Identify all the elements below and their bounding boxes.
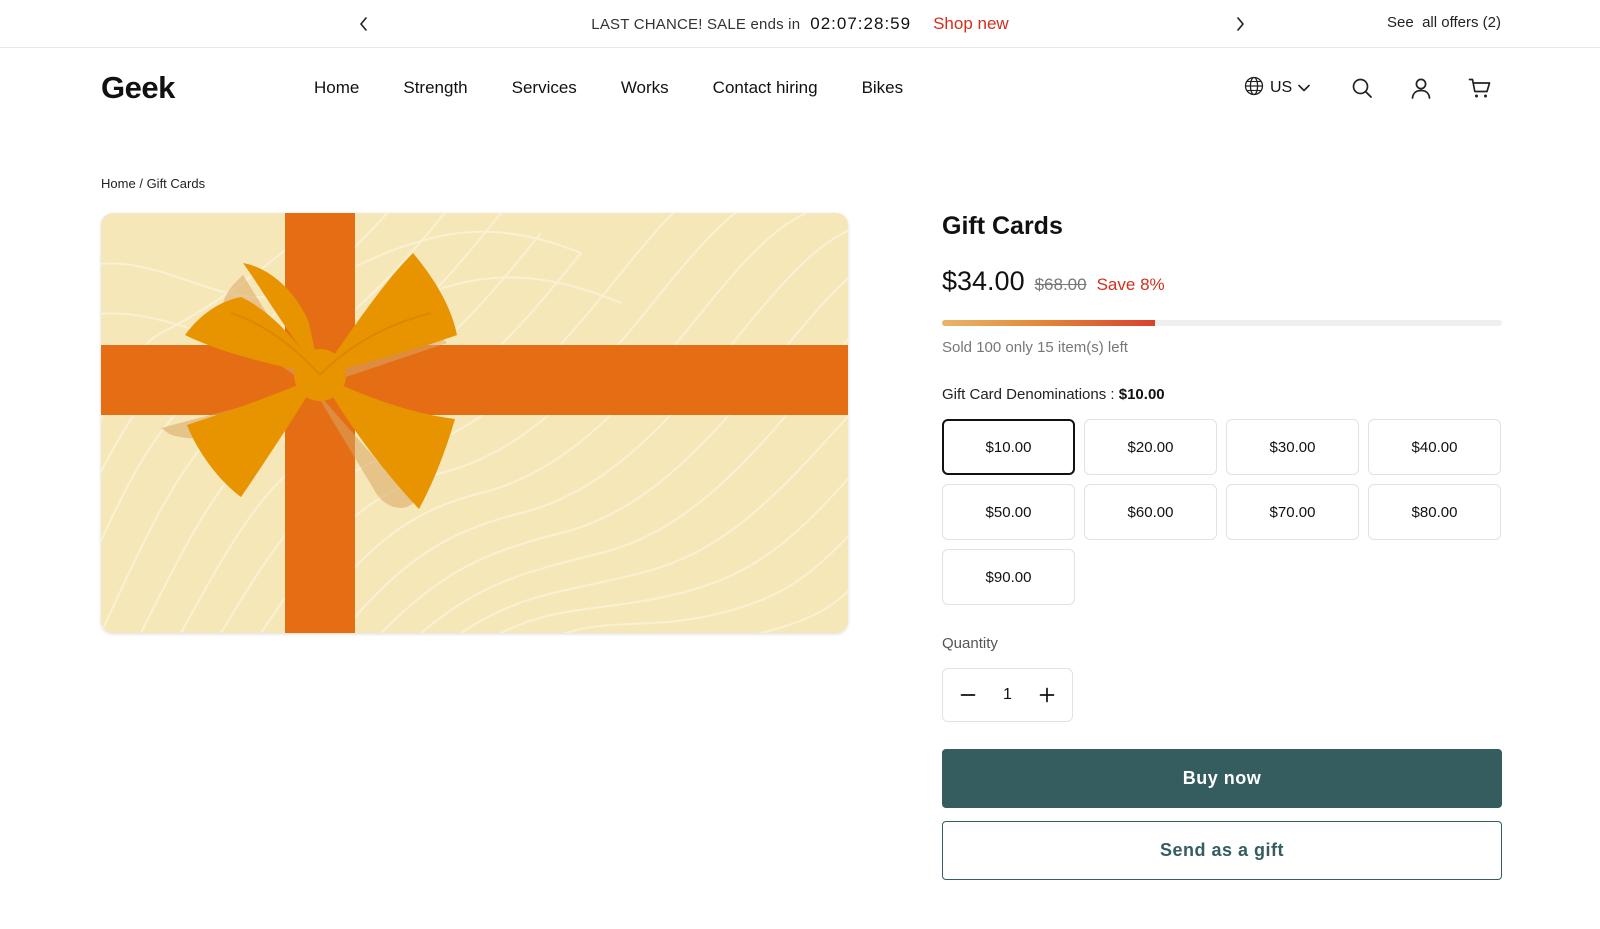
quantity-value[interactable]: 1 <box>1003 686 1012 704</box>
product-image[interactable] <box>101 213 848 633</box>
denomination-selected-value: $10.00 <box>1118 386 1165 403</box>
denomination-option[interactable]: $40.00 <box>1368 419 1501 475</box>
breadcrumb: Home / Gift Cards <box>101 176 205 191</box>
nav-bikes[interactable]: Bikes <box>862 78 904 98</box>
minus-icon[interactable] <box>957 684 979 706</box>
main-nav: Home Strength Services Works Contact hir… <box>314 78 947 98</box>
announcement-bar: LAST CHANCE! SALE ends in 02:07:28:59 Sh… <box>0 0 1600 48</box>
cart-icon[interactable] <box>1468 76 1492 100</box>
nav-home[interactable]: Home <box>314 78 359 98</box>
denomination-option[interactable]: $90.00 <box>942 549 1075 605</box>
nav-strength[interactable]: Strength <box>403 78 467 98</box>
denomination-label-text: Gift Card Denominations : <box>942 386 1115 403</box>
stock-progress-bar <box>942 320 1502 326</box>
denomination-option[interactable]: $50.00 <box>942 484 1075 540</box>
chevron-left-icon[interactable] <box>352 12 376 36</box>
price-row: $34.00 $68.00 Save 8% <box>942 266 1165 297</box>
denomination-option[interactable]: $20.00 <box>1084 419 1217 475</box>
denomination-option[interactable]: $60.00 <box>1084 484 1217 540</box>
sale-price: $34.00 <box>942 266 1025 296</box>
header-tools: US <box>1244 76 1311 101</box>
denomination-option[interactable]: $80.00 <box>1368 484 1501 540</box>
stock-status: Sold 100 only 15 item(s) left <box>942 339 1128 356</box>
search-icon[interactable] <box>1350 76 1374 100</box>
nav-contact-hiring[interactable]: Contact hiring <box>713 78 818 98</box>
buy-now-button[interactable]: Buy now <box>942 749 1502 808</box>
announcement-message: LAST CHANCE! SALE ends in <box>591 15 801 33</box>
quantity-label: Quantity <box>942 635 998 652</box>
breadcrumb-home[interactable]: Home <box>101 176 136 191</box>
breadcrumb-current: Gift Cards <box>146 176 206 191</box>
all-offers-link[interactable]: See all offers (2) <box>1387 14 1501 31</box>
quantity-stepper: 1 <box>942 668 1073 722</box>
locale-selector[interactable]: US <box>1244 76 1311 101</box>
announcement-center: LAST CHANCE! SALE ends in 02:07:28:59 Sh… <box>0 0 1600 48</box>
nav-works[interactable]: Works <box>621 78 669 98</box>
denomination-label: Gift Card Denominations : $10.00 <box>942 386 1165 403</box>
gift-card-illustration <box>101 213 848 633</box>
shop-new-link[interactable]: Shop new <box>933 14 1009 34</box>
countdown-timer: 02:07:28:59 <box>810 14 912 33</box>
chevron-right-icon[interactable] <box>1228 12 1252 36</box>
product-title: Gift Cards <box>942 212 1063 240</box>
save-badge: Save 8% <box>1096 275 1165 294</box>
chevron-down-icon <box>1298 79 1311 97</box>
denomination-option[interactable]: $30.00 <box>1226 419 1359 475</box>
logo[interactable]: Geek <box>101 70 175 106</box>
plus-icon[interactable] <box>1036 684 1058 706</box>
locale-label: US <box>1270 79 1293 96</box>
denomination-options: $10.00 $20.00 $30.00 $40.00 $50.00 $60.0… <box>942 419 1502 605</box>
user-icon[interactable] <box>1409 76 1433 100</box>
stock-progress-fill <box>942 320 1155 326</box>
denomination-option[interactable]: $10.00 <box>942 419 1075 475</box>
nav-services[interactable]: Services <box>512 78 577 98</box>
denomination-option[interactable]: $70.00 <box>1226 484 1359 540</box>
breadcrumb-separator: / <box>139 176 143 191</box>
globe-icon <box>1244 76 1264 101</box>
send-as-gift-button[interactable]: Send as a gift <box>942 821 1502 880</box>
compare-price: $68.00 <box>1034 275 1087 294</box>
